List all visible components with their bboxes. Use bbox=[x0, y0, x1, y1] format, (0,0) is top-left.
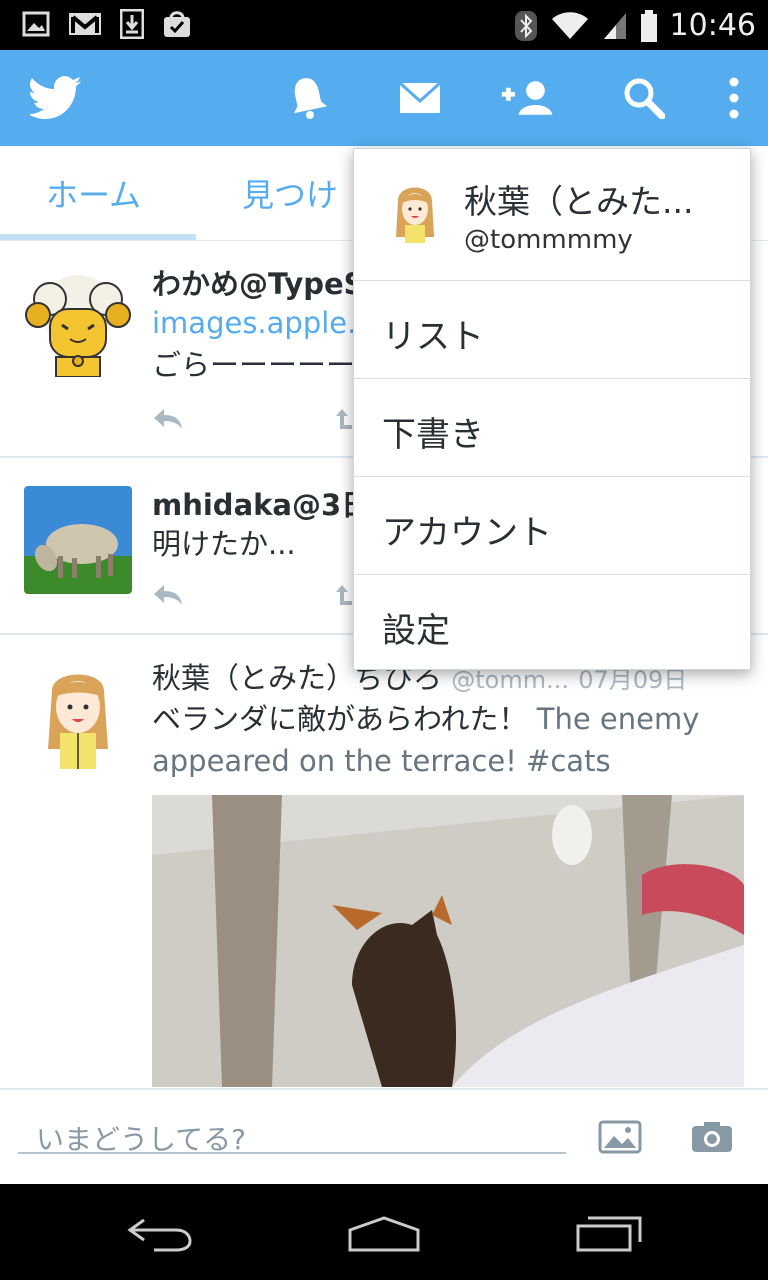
menu-item-drafts[interactable]: 下書き bbox=[354, 378, 750, 475]
tweet-author[interactable]: わかめ@TypeS bbox=[152, 261, 362, 303]
wifi-icon bbox=[551, 11, 588, 39]
system-nav-bar bbox=[0, 1184, 768, 1280]
camera-icon[interactable] bbox=[690, 1120, 734, 1154]
gmail-icon bbox=[69, 13, 101, 35]
download-icon bbox=[120, 9, 144, 39]
overflow-menu: 秋葉（とみた... @tommmmy リスト 下書き アカウント 設定 bbox=[353, 148, 751, 670]
menu-item-settings[interactable]: 設定 bbox=[354, 574, 750, 671]
notifications-bell-icon[interactable] bbox=[280, 70, 336, 126]
tweet-text: ベランダに敵があらわれた！ The enemy bbox=[152, 697, 752, 741]
overflow-menu-icon[interactable] bbox=[706, 70, 762, 126]
profile-avatar bbox=[388, 181, 442, 243]
tweet-composer: いまどうしてる? bbox=[0, 1088, 768, 1186]
home-icon[interactable] bbox=[346, 1214, 422, 1252]
tweet-link[interactable]: images.apple.c bbox=[152, 301, 357, 345]
menu-item-label: リスト bbox=[382, 317, 484, 357]
add-user-icon[interactable] bbox=[500, 70, 556, 126]
menu-item-label: 下書き bbox=[382, 415, 484, 455]
tweet-text: ごらーーーーー bbox=[152, 348, 356, 382]
tweet-text: 明けたか... bbox=[152, 527, 296, 561]
compose-input[interactable]: いまどうしてる? bbox=[18, 1108, 566, 1156]
avatar[interactable] bbox=[24, 486, 132, 594]
tab-discover[interactable]: 見つけ bbox=[242, 170, 338, 216]
tweet-photo[interactable] bbox=[152, 795, 744, 1087]
tweet-text-line2: appeared on the terrace! #cats bbox=[152, 744, 611, 778]
bluetooth-icon bbox=[514, 10, 537, 41]
tab-home[interactable]: ホーム bbox=[46, 170, 141, 216]
messages-envelope-icon[interactable] bbox=[392, 70, 448, 126]
recents-icon[interactable] bbox=[574, 1214, 646, 1252]
menu-profile[interactable]: 秋葉（とみた... @tommmmy bbox=[354, 149, 750, 279]
search-icon[interactable] bbox=[616, 70, 672, 126]
reply-icon[interactable] bbox=[152, 407, 186, 431]
menu-item-label: 設定 bbox=[382, 611, 450, 651]
tweet-text-jp: ベランダに敵があらわれた！ bbox=[152, 702, 528, 736]
battery-icon bbox=[640, 9, 657, 42]
status-bar: 10:46 bbox=[0, 0, 768, 50]
store-icon bbox=[164, 11, 190, 37]
menu-item-label: アカウント bbox=[382, 513, 552, 553]
avatar[interactable] bbox=[24, 661, 132, 769]
twitter-bird-icon[interactable] bbox=[28, 70, 84, 126]
clock: 10:46 bbox=[669, 8, 756, 43]
reply-icon[interactable] bbox=[152, 583, 186, 607]
menu-item-lists[interactable]: リスト bbox=[354, 280, 750, 377]
back-icon[interactable] bbox=[124, 1214, 196, 1254]
menu-item-accounts[interactable]: アカウント bbox=[354, 476, 750, 573]
image-icon bbox=[22, 11, 50, 37]
selected-tab-indicator bbox=[0, 234, 196, 240]
image-attach-icon[interactable] bbox=[598, 1120, 642, 1154]
tweet-author[interactable]: mhidaka@3日 bbox=[152, 482, 362, 524]
tweet-text-en: The enemy bbox=[527, 702, 700, 736]
avatar[interactable] bbox=[24, 269, 132, 377]
profile-handle: @tommmmy bbox=[464, 225, 633, 255]
app-bar bbox=[0, 50, 768, 146]
profile-name: 秋葉（とみた... bbox=[464, 182, 694, 221]
signal-icon bbox=[603, 12, 626, 39]
